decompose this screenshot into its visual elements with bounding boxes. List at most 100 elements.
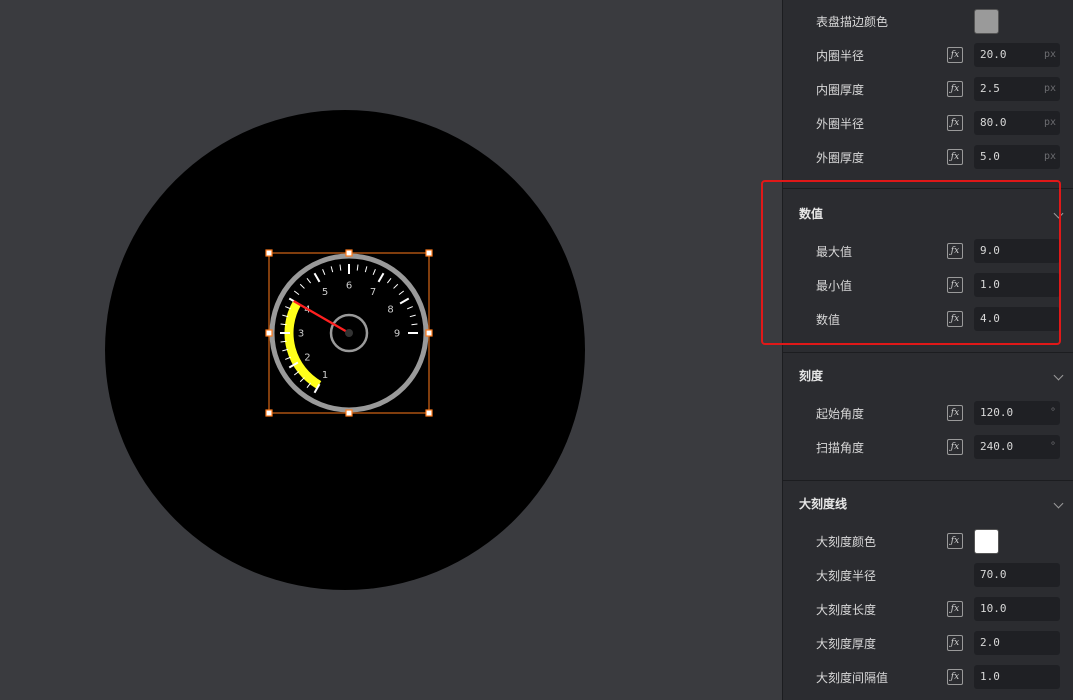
tick-label: 8 [387, 305, 393, 316]
min-value-label: 最小值 [816, 279, 853, 293]
max-value-input[interactable]: 9.0 [974, 239, 1060, 263]
section-divider [783, 352, 1073, 353]
outer-radius-row: 外圈半径 ƒx 80.0 px [783, 107, 1073, 141]
unit-label: px [1043, 117, 1056, 128]
border-color-label: 表盘描边颜色 [816, 15, 889, 29]
major-tick-section-title: 大刻度线 [799, 497, 848, 511]
fx-icon[interactable]: ƒx [947, 277, 963, 293]
unit-label: px [1043, 83, 1056, 94]
fx-icon[interactable]: ƒx [947, 669, 963, 685]
major-tick-color-row: 大刻度颜色 ƒx [783, 525, 1073, 559]
value-section-header[interactable]: 数值 [783, 197, 1073, 231]
scale-section-title: 刻度 [799, 369, 824, 383]
section-divider [783, 480, 1073, 481]
value-input[interactable]: 4.0 [974, 307, 1060, 331]
major-tick-radius-input[interactable]: 70.0 [974, 563, 1060, 587]
sweep-angle-input[interactable]: 240.0 ° [974, 435, 1060, 459]
gauge-layer: 123456789 [265, 249, 433, 417]
inner-radius-value: 20.0 [980, 48, 1007, 61]
resize-handle [265, 409, 273, 417]
tick-label: 6 [346, 281, 352, 292]
outer-thickness-row: 外圈厚度 ƒx 5.0 px [783, 141, 1073, 175]
min-value-input[interactable]: 1.0 [974, 273, 1060, 297]
tick-label: 2 [304, 353, 310, 364]
major-tick-radius-row: 大刻度半径 70.0 [783, 559, 1073, 593]
major-tick-length-row: 大刻度长度 ƒx 10.0 [783, 593, 1073, 627]
outer-thickness-label: 外圈厚度 [816, 151, 865, 165]
value-label: 数值 [816, 313, 841, 327]
resize-handle [265, 249, 273, 257]
major-tick-thickness-value: 2.0 [980, 636, 1000, 649]
major-tick-radius-value: 70.0 [980, 568, 1007, 581]
unit-label: ° [1049, 407, 1056, 418]
inner-thickness-input[interactable]: 2.5 px [974, 77, 1060, 101]
max-value-row: 最大值 ƒx 9.0 [783, 235, 1073, 269]
tick-label: 3 [298, 329, 304, 340]
fx-icon[interactable]: ƒx [947, 439, 963, 455]
major-tick-thickness-input[interactable]: 2.0 [974, 631, 1060, 655]
fx-icon[interactable]: ƒx [947, 635, 963, 651]
sweep-angle-row: 扫描角度 ƒx 240.0 ° [783, 431, 1073, 465]
chevron-down-icon[interactable] [1053, 498, 1064, 509]
value-row: 数值 ƒx 4.0 [783, 303, 1073, 337]
major-tick-length-value: 10.0 [980, 602, 1007, 615]
tick-label: 9 [394, 329, 400, 340]
resize-handle [425, 249, 433, 257]
chevron-down-icon[interactable] [1053, 208, 1064, 219]
major-tick-color-label: 大刻度颜色 [816, 535, 877, 549]
unit-label: ° [1049, 441, 1056, 452]
fx-icon[interactable]: ƒx [947, 81, 963, 97]
resize-handle [425, 329, 433, 337]
design-canvas[interactable]: 123456789 [0, 0, 782, 700]
resize-handle [425, 409, 433, 417]
max-value-label: 最大值 [816, 245, 853, 259]
major-tick-thickness-label: 大刻度厚度 [816, 637, 877, 651]
needle-hub [345, 329, 353, 337]
fx-icon[interactable]: ƒx [947, 405, 963, 421]
major-tick-section-header[interactable]: 大刻度线 [783, 487, 1073, 521]
start-angle-value: 120.0 [980, 406, 1014, 419]
major-tick-color-swatch[interactable] [974, 529, 999, 554]
gauge-widget[interactable]: 123456789 [265, 249, 433, 417]
border-color-row: 表盘描边颜色 [783, 5, 1073, 39]
start-angle-label: 起始角度 [816, 407, 865, 421]
outer-radius-label: 外圈半径 [816, 117, 865, 131]
fx-icon[interactable]: ƒx [947, 311, 963, 327]
sweep-angle-value: 240.0 [980, 440, 1014, 453]
tick-label: 5 [322, 287, 328, 298]
inner-thickness-label: 内圈厚度 [816, 83, 865, 97]
fx-icon[interactable]: ƒx [947, 115, 963, 131]
inner-thickness-row: 内圈厚度 ƒx 2.5 px [783, 73, 1073, 107]
major-tick-thickness-row: 大刻度厚度 ƒx 2.0 [783, 627, 1073, 661]
fx-icon[interactable]: ƒx [947, 149, 963, 165]
outer-radius-input[interactable]: 80.0 px [974, 111, 1060, 135]
inner-radius-row: 内圈半径 ƒx 20.0 px [783, 39, 1073, 73]
major-tick-interval-input[interactable]: 1.0 [974, 665, 1060, 689]
tick-label: 1 [322, 370, 328, 381]
property-panel: 表盘描边颜色 内圈半径 ƒx 20.0 px 内圈厚度 ƒx 2.5 px 外圈… [782, 0, 1073, 700]
sweep-angle-label: 扫描角度 [816, 441, 865, 455]
tick-label: 7 [370, 287, 376, 298]
chevron-down-icon[interactable] [1053, 370, 1064, 381]
major-tick-radius-label: 大刻度半径 [816, 569, 877, 583]
scale-section-header[interactable]: 刻度 [783, 359, 1073, 393]
inner-thickness-value: 2.5 [980, 82, 1000, 95]
border-color-swatch[interactable] [974, 9, 999, 34]
fx-icon[interactable]: ƒx [947, 243, 963, 259]
fx-icon[interactable]: ƒx [947, 533, 963, 549]
value-section-title: 数值 [799, 207, 824, 221]
start-angle-input[interactable]: 120.0 ° [974, 401, 1060, 425]
outer-thickness-value: 5.0 [980, 150, 1000, 163]
outer-thickness-input[interactable]: 5.0 px [974, 145, 1060, 169]
min-value-value: 1.0 [980, 278, 1000, 291]
value-value: 4.0 [980, 312, 1000, 325]
inner-radius-input[interactable]: 20.0 px [974, 43, 1060, 67]
unit-label: px [1043, 49, 1056, 60]
fx-icon[interactable]: ƒx [947, 601, 963, 617]
max-value-value: 9.0 [980, 244, 1000, 257]
major-tick-interval-label: 大刻度间隔值 [816, 671, 889, 685]
major-tick-length-input[interactable]: 10.0 [974, 597, 1060, 621]
fx-icon[interactable]: ƒx [947, 47, 963, 63]
resize-handle [345, 249, 353, 257]
major-tick-interval-row: 大刻度间隔值 ƒx 1.0 [783, 661, 1073, 695]
